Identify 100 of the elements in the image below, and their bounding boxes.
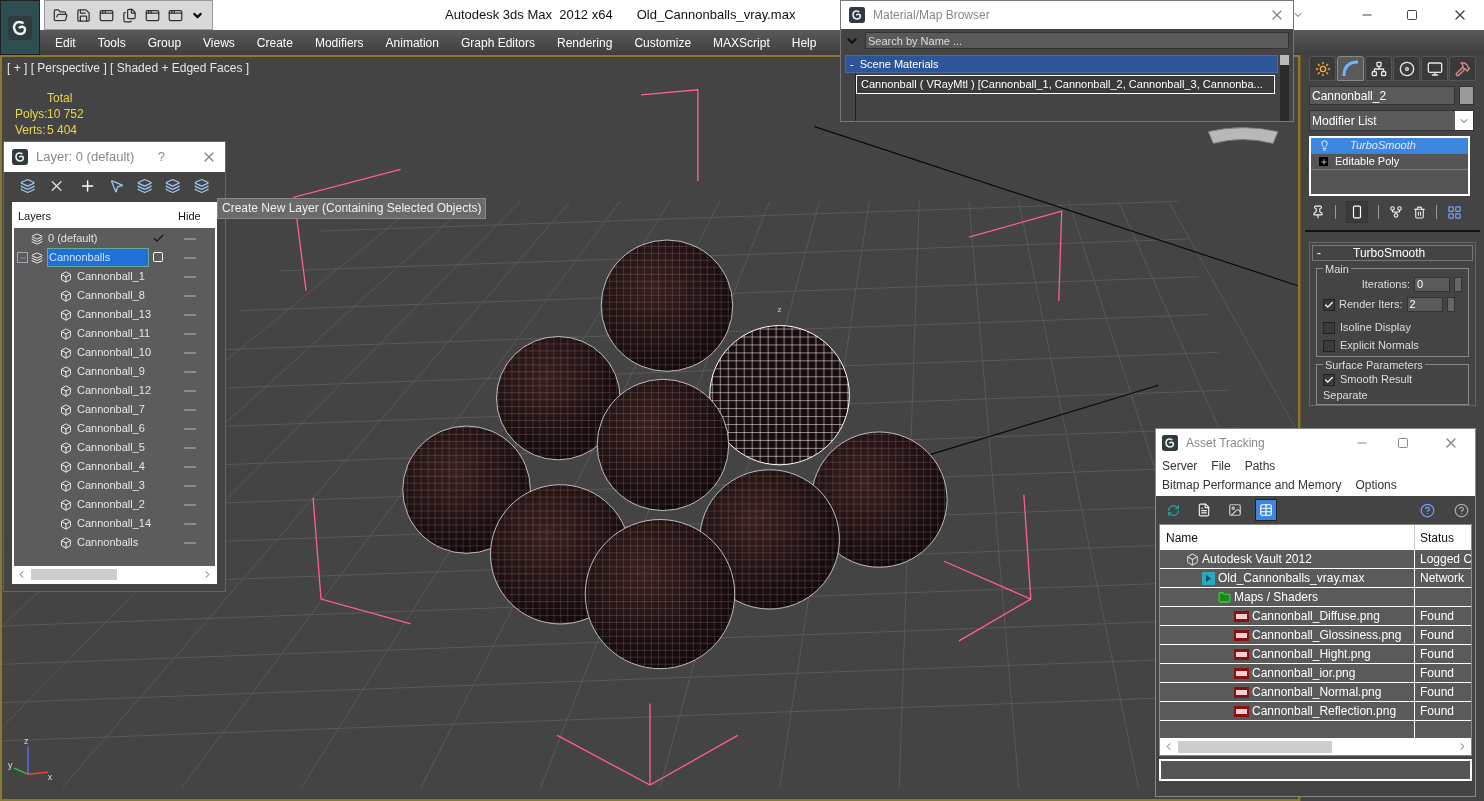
menu-item[interactable]: Paths	[1244, 456, 1276, 475]
column-header[interactable]: Layers	[14, 207, 174, 225]
help-icon[interactable]	[1454, 502, 1469, 518]
layers-icon[interactable]	[20, 178, 36, 194]
object-item[interactable]: Cannonball_1	[76, 268, 146, 285]
panel-tab[interactable]	[1449, 56, 1476, 81]
vertical-scrollbar[interactable]	[1280, 55, 1289, 121]
layer-item[interactable]: 0 (default)	[47, 230, 99, 247]
menu-item[interactable]: Animation	[385, 33, 439, 52]
object-item[interactable]: Cannonball_7	[76, 401, 146, 418]
expand-icon[interactable]	[1319, 157, 1328, 166]
asset-name[interactable]: Autodesk Vault 2012	[1202, 550, 1312, 568]
layer-item[interactable]: Cannonballs	[47, 248, 149, 267]
menu-item[interactable]: Rendering	[557, 33, 613, 52]
object-item[interactable]: Cannonball_6	[76, 420, 146, 437]
object-name-field[interactable]: Cannonball_2	[1309, 86, 1455, 105]
menu-item[interactable]: Tools	[97, 33, 126, 52]
spinner-arrows-icon[interactable]	[1446, 297, 1455, 312]
object-item[interactable]: Cannonball_4	[76, 458, 146, 475]
app-menu-button[interactable]	[0, 0, 40, 55]
menu-item[interactable]: Options	[1355, 475, 1397, 494]
panel-tab[interactable]	[1421, 56, 1448, 81]
spinner-field[interactable]: 0	[1414, 277, 1450, 292]
color-swatch[interactable]	[1459, 86, 1474, 105]
trash-icon[interactable]	[1413, 205, 1426, 219]
table-button[interactable]	[1255, 499, 1277, 521]
maximize-icon[interactable]	[1406, 9, 1418, 21]
spinner-field[interactable]: 2	[1406, 297, 1443, 312]
column-header[interactable]: Status	[1415, 525, 1455, 550]
panel-tab[interactable]	[1365, 56, 1392, 81]
layers-icon[interactable]	[193, 178, 209, 194]
asset-name[interactable]: Cannonball_Diffuse.png	[1252, 607, 1380, 625]
document-icon[interactable]	[122, 7, 137, 23]
rollout-header[interactable]: - TurboSmooth	[1312, 245, 1473, 261]
stack-item[interactable]: Editable Poly	[1311, 154, 1468, 170]
object-item[interactable]: Cannonball_9	[76, 363, 146, 380]
menu-item[interactable]: File	[1211, 456, 1231, 475]
modifier-list-dropdown[interactable]: Modifier List	[1309, 110, 1474, 131]
asset-name[interactable]: Cannonball_Normal.png	[1252, 683, 1382, 701]
asset-name[interactable]: Old_Cannonballs_vray.max	[1218, 569, 1365, 587]
window-icon[interactable]	[168, 7, 183, 23]
asset-name[interactable]: Cannonball_ior.png	[1252, 664, 1356, 682]
cursor-icon[interactable]	[108, 178, 125, 194]
folder-icon[interactable]	[53, 7, 68, 23]
grid-window-icon[interactable]	[1447, 204, 1462, 220]
menu-item[interactable]: Views	[203, 33, 235, 52]
viewcube-icon[interactable]	[1207, 127, 1279, 145]
collapse-icon[interactable]	[17, 252, 28, 263]
checkbox[interactable]	[1323, 339, 1335, 352]
menu-item[interactable]: Help	[791, 33, 817, 52]
horizontal-scrollbar[interactable]	[14, 566, 215, 582]
help-icon[interactable]	[1420, 502, 1435, 518]
material-item[interactable]: Cannonball ( VRayMtl ) [Cannonball_1, Cannonball_2, Cannonball_3, Cannonba...	[856, 75, 1275, 94]
asset-name[interactable]: Cannonball_Hight.png	[1252, 645, 1371, 663]
asset-name[interactable]: Cannonball_Reflection.png	[1252, 702, 1397, 720]
window-icon[interactable]	[145, 7, 160, 23]
menu-item[interactable]: Create	[256, 33, 293, 52]
menu-item[interactable]: MAXScript	[713, 33, 770, 52]
save-icon[interactable]	[76, 7, 91, 23]
column-header[interactable]: Name	[1160, 525, 1415, 550]
pin-icon[interactable]	[1311, 205, 1325, 219]
fork-icon[interactable]	[1389, 205, 1403, 219]
checkbox[interactable]	[1323, 298, 1335, 311]
menu-item[interactable]: Server	[1162, 456, 1198, 475]
object-item[interactable]: Cannonball_11	[76, 325, 152, 342]
menu-item[interactable]: Group	[147, 33, 182, 52]
object-item[interactable]: Cannonball_3	[76, 477, 146, 494]
help-button[interactable]: ?	[157, 147, 165, 167]
horizontal-scrollbar[interactable]	[1160, 738, 1471, 755]
object-item[interactable]: Cannonball_12	[76, 382, 152, 399]
object-item[interactable]: Cannonball_14	[76, 515, 152, 532]
group-header[interactable]: - Scene Materials	[845, 55, 1278, 73]
panel-tab[interactable]	[1393, 56, 1420, 81]
search-field[interactable]: Search by Name ...	[865, 32, 1289, 49]
menu-item[interactable]: Graph Editors	[460, 33, 535, 52]
show-end-result-button[interactable]	[1346, 201, 1368, 223]
object-item[interactable]: Cannonball_2	[76, 496, 146, 513]
checkbox-label: Isoline Display	[1340, 320, 1411, 336]
window-icon[interactable]	[99, 7, 114, 23]
spinner-arrows-icon[interactable]	[1454, 277, 1462, 292]
check-icon[interactable]	[152, 232, 165, 245]
asset-name[interactable]: Maps / Shaders	[1234, 588, 1319, 606]
object-item[interactable]: Cannonball_5	[76, 439, 146, 456]
viewport-label[interactable]: [ + ] [ Perspective ] [ Shaded + Edged Faces ]	[7, 59, 250, 77]
checkbox-icon[interactable]	[152, 251, 164, 263]
menu-item[interactable]: Customize	[634, 33, 692, 52]
checkbox[interactable]	[1323, 321, 1335, 334]
column-header[interactable]: Hide	[174, 207, 201, 225]
menu-item[interactable]: Bitmap Performance and Memory	[1162, 475, 1342, 494]
object-item[interactable]: Cannonballs	[76, 534, 140, 551]
menu-item[interactable]: Modifiers	[314, 33, 364, 52]
panel-tab[interactable]	[1309, 56, 1336, 81]
object-item[interactable]: Cannonball_8	[76, 287, 146, 304]
object-item[interactable]: Cannonball_10	[76, 344, 152, 361]
layers-icon[interactable]	[165, 178, 181, 194]
menu-item[interactable]: Edit	[55, 33, 76, 52]
lightbulb-icon[interactable]	[1319, 140, 1330, 151]
asset-name[interactable]: Cannonball_Glossiness.png	[1252, 626, 1402, 644]
object-item[interactable]: Cannonball_13	[76, 306, 152, 323]
layers-icon[interactable]	[137, 178, 153, 194]
